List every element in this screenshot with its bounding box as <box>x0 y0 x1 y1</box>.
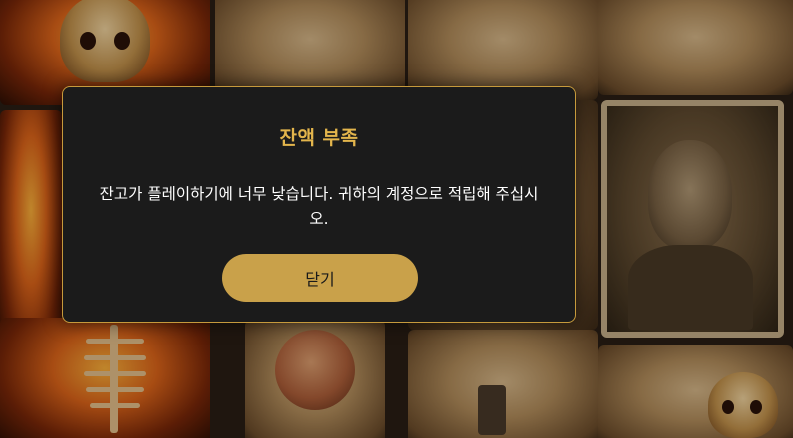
dialog-message: 잔고가 플레이하기에 너무 낮습니다. 귀하의 계정으로 적립해 주십시오. <box>99 185 539 228</box>
close-button[interactable]: 닫기 <box>222 254 418 302</box>
dialog-title: 잔액 부족 <box>279 127 359 149</box>
insufficient-balance-dialog: 잔액 부족 잔고가 플레이하기에 너무 낮습니다. 귀하의 계정으로 적립해 주… <box>62 86 576 323</box>
